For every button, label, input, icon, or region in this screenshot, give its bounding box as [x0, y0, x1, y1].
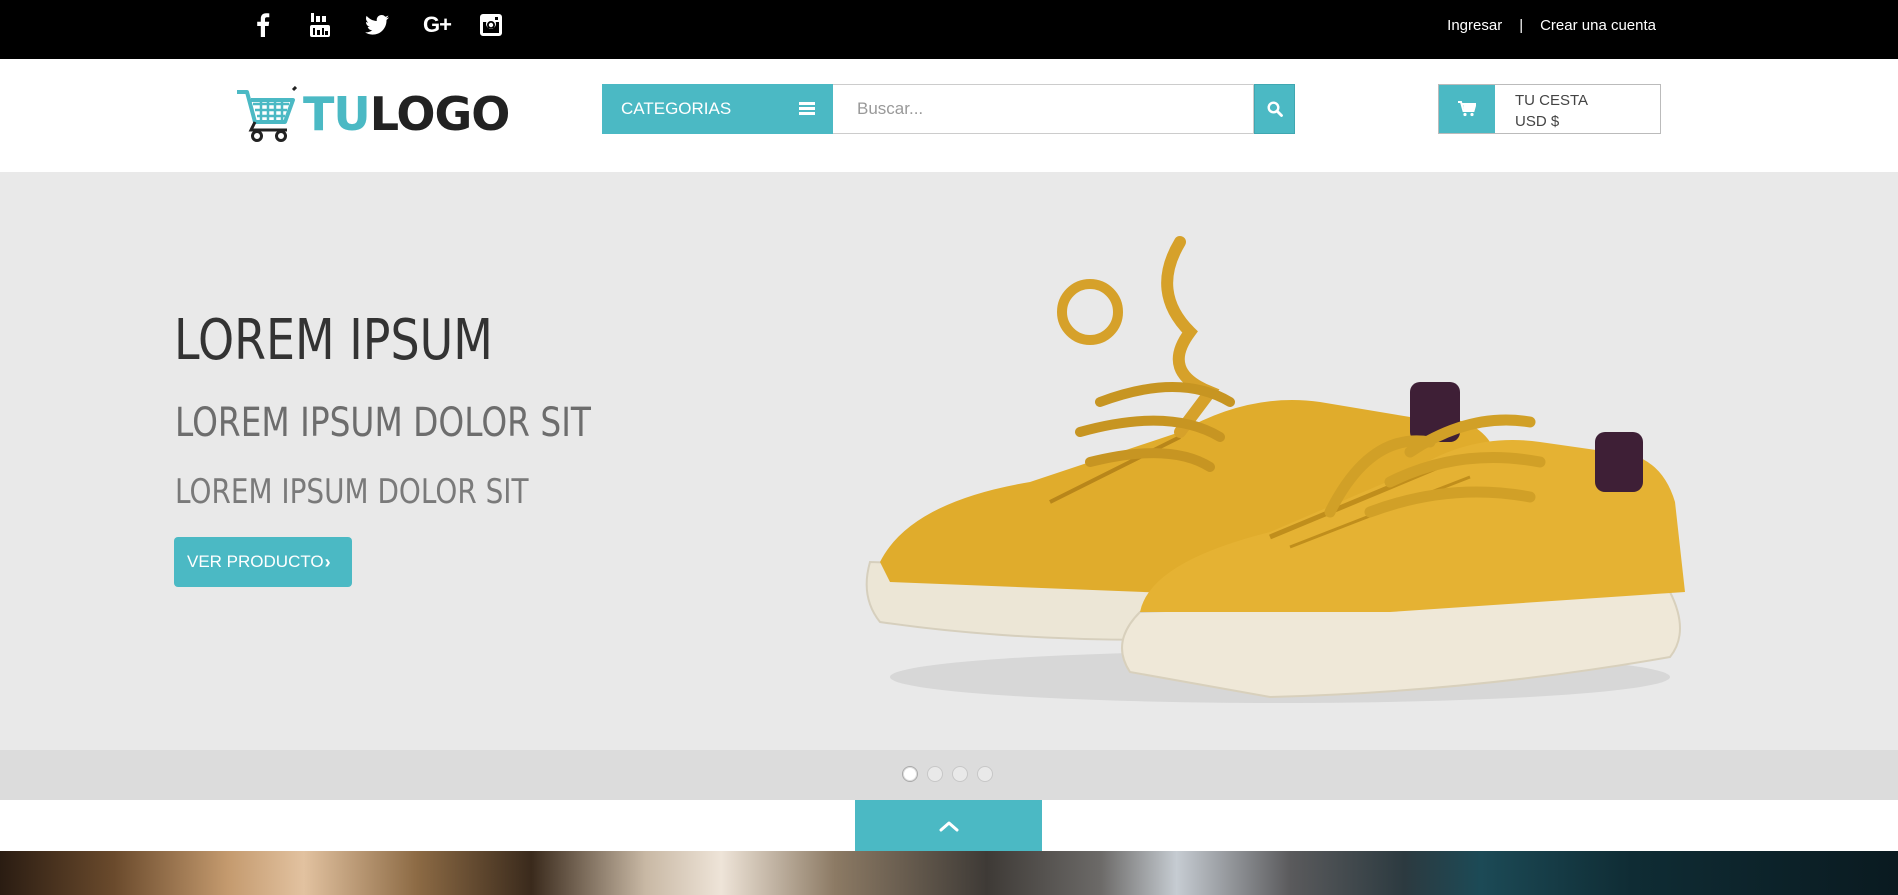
- slider-pagination: [0, 750, 1898, 800]
- links-separator: |: [1519, 17, 1524, 34]
- search-icon: [1266, 101, 1283, 117]
- hero-title: LOREM IPSUM: [174, 308, 493, 373]
- login-link[interactable]: Ingresar: [1447, 17, 1502, 34]
- shopping-cart-icon: [1458, 101, 1476, 117]
- hero-slider: LOREM IPSUM LOREM IPSUM DOLOR SIT LOREM …: [0, 172, 1898, 750]
- top-bar: G+ Ingresar | Crear una cuenta: [0, 0, 1898, 59]
- slider-dot-2[interactable]: [927, 766, 943, 782]
- slider-dot-1[interactable]: [902, 766, 918, 782]
- search-button[interactable]: [1254, 84, 1295, 134]
- chevron-right-icon: ›: [324, 551, 331, 572]
- cart-icon-box: [1439, 85, 1495, 133]
- instagram-icon[interactable]: [478, 12, 504, 38]
- cart-currency: USD $: [1515, 113, 1560, 130]
- view-product-button[interactable]: VER PRODUCTO ›: [174, 537, 352, 587]
- logo-text-logo: LOGO: [369, 87, 511, 141]
- cart-button[interactable]: TU CESTA USD $: [1438, 84, 1661, 134]
- hero-subtitle-1: LOREM IPSUM DOLOR SIT: [175, 400, 591, 446]
- slider-dot-4[interactable]: [977, 766, 993, 782]
- google-plus-icon[interactable]: G+: [420, 12, 454, 38]
- categories-button[interactable]: CATEGORIAS: [602, 84, 833, 134]
- twitter-icon[interactable]: [364, 12, 390, 38]
- site-logo[interactable]: TULOGO: [235, 84, 511, 144]
- sneaker-product-image: [865, 236, 1685, 703]
- menu-icon: [799, 102, 815, 116]
- cart-logo-icon: [237, 86, 297, 142]
- scroll-up-button[interactable]: [855, 800, 1042, 851]
- categories-label: CATEGORIAS: [621, 99, 732, 118]
- cart-summary: TU CESTA USD $: [1515, 90, 1588, 132]
- slider-dot-3[interactable]: [952, 766, 968, 782]
- cart-label: TU CESTA: [1515, 92, 1589, 109]
- chevron-up-icon: [939, 821, 958, 831]
- bottom-banner-image: [0, 851, 1898, 895]
- account-links: Ingresar | Crear una cuenta: [1447, 17, 1656, 34]
- logo-text-tu: TU: [303, 87, 371, 141]
- view-product-label: VER PRODUCTO: [187, 552, 324, 571]
- logo-text: TULOGO: [303, 87, 511, 141]
- youtube-icon[interactable]: [307, 12, 333, 38]
- search-input[interactable]: [833, 84, 1254, 134]
- hero-subtitle-2: LOREM IPSUM DOLOR SIT: [175, 472, 529, 512]
- facebook-icon[interactable]: [250, 12, 276, 38]
- register-link[interactable]: Crear una cuenta: [1540, 17, 1656, 34]
